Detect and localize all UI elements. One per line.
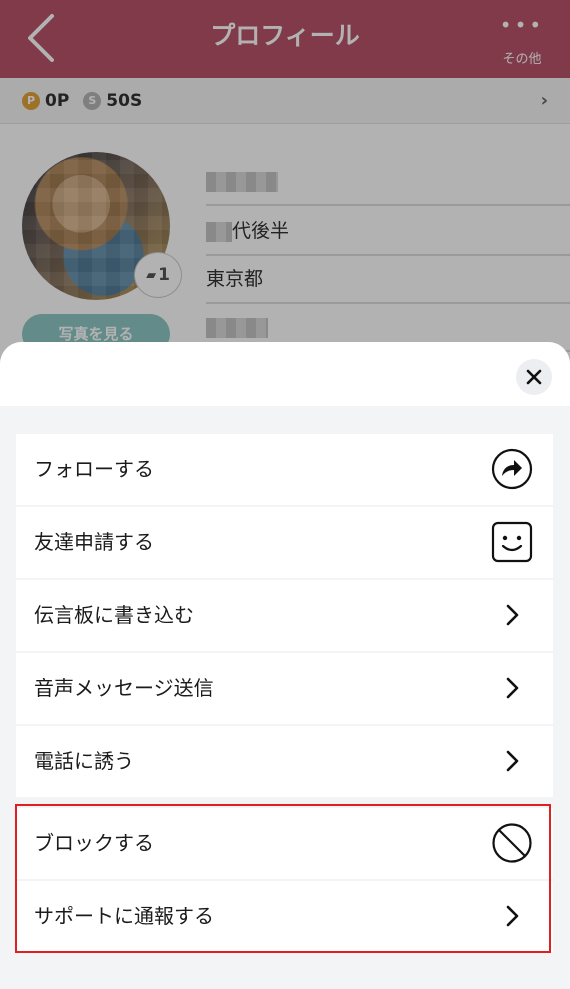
action-sheet: フォローする 友達申請する 伝言板に書き込む 音声メッセージ送信 電話に誘う ブ… (0, 342, 570, 989)
friend-request-menu-item[interactable]: 友達申請する (16, 507, 553, 578)
menu-item-label: 音声メッセージ送信 (34, 676, 214, 700)
action-sheet-header (0, 342, 570, 406)
menu-item-label: 伝言板に書き込む (34, 603, 194, 627)
menu-item-label: 友達申請する (34, 530, 154, 554)
close-button[interactable] (516, 359, 552, 395)
message-board-menu-item[interactable]: 伝言板に書き込む (16, 580, 553, 651)
menu-item-label: サポートに通報する (34, 904, 214, 928)
follow-menu-item[interactable]: フォローする (16, 434, 553, 505)
chevron-right-icon (506, 750, 519, 772)
smile-face-icon (491, 521, 533, 563)
menu-item-label: 電話に誘う (34, 749, 134, 773)
follow-arrow-icon (491, 448, 533, 490)
block-menu-item[interactable]: ブロックする (16, 808, 553, 879)
chevron-right-icon (506, 905, 519, 927)
phone-invite-menu-item[interactable]: 電話に誘う (16, 726, 553, 797)
menu-item-label: フォローする (34, 457, 154, 481)
menu-item-label: ブロックする (34, 831, 154, 855)
chevron-right-icon (506, 677, 519, 699)
chevron-right-icon (506, 604, 519, 626)
report-menu-item[interactable]: サポートに通報する (16, 881, 553, 952)
block-icon (492, 823, 532, 863)
close-icon (526, 369, 542, 385)
voice-message-menu-item[interactable]: 音声メッセージ送信 (16, 653, 553, 724)
